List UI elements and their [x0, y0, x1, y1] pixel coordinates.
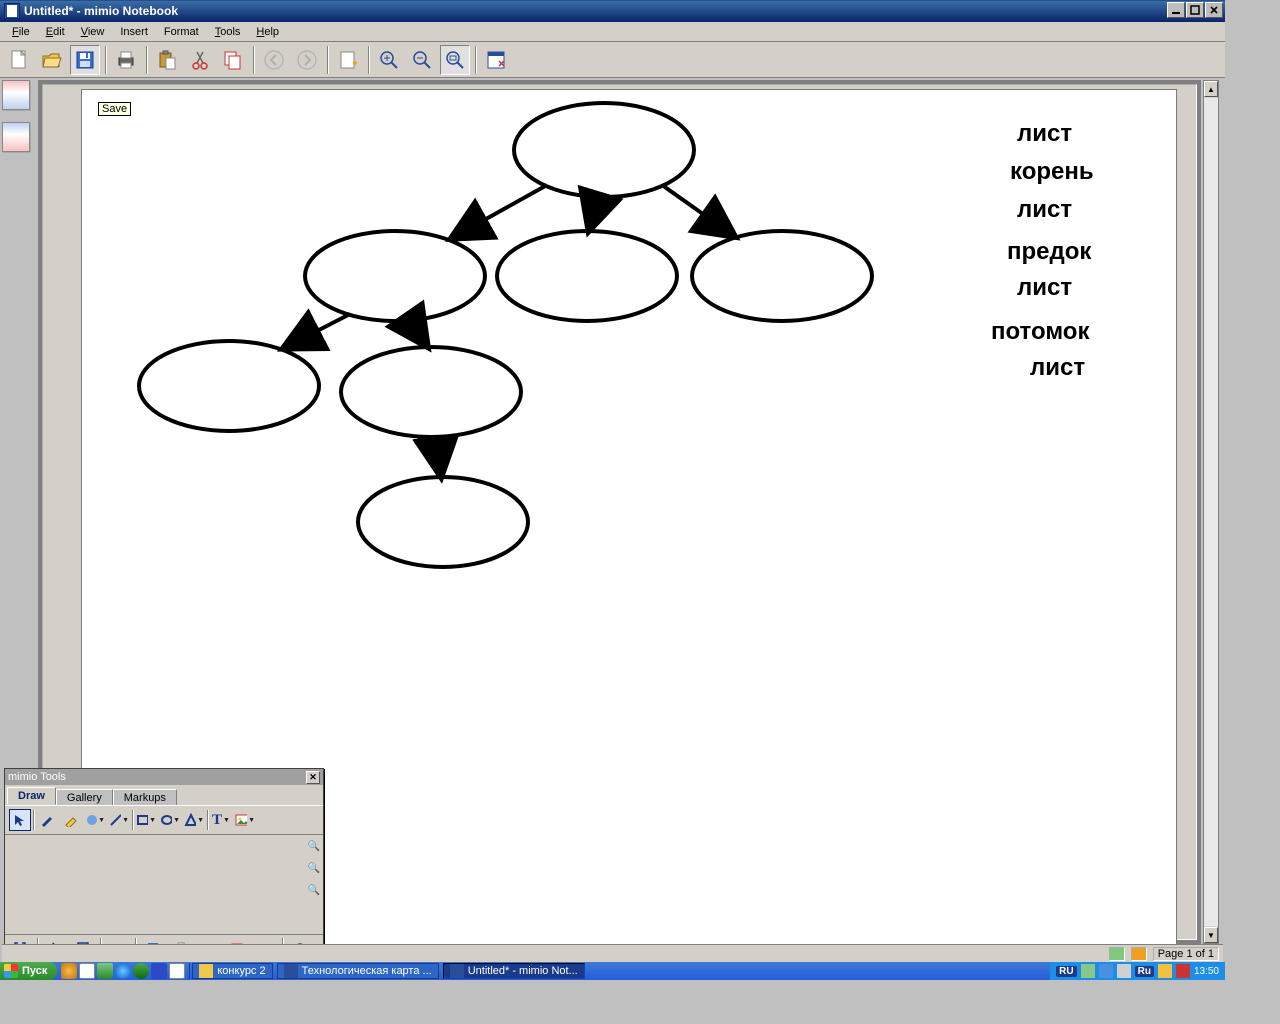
tray-volume-icon[interactable] [1158, 964, 1172, 978]
scroll-up-icon[interactable]: ▲ [1204, 81, 1218, 97]
menu-help[interactable]: Help [248, 24, 287, 40]
tools-panel[interactable]: mimio Tools ✕ Draw Gallery Markups ▼ ▼ ▼… [4, 768, 324, 962]
back-button[interactable] [259, 45, 289, 75]
close-button[interactable] [1205, 2, 1223, 18]
tools-close-button[interactable]: ✕ [306, 771, 320, 784]
tray-icon-1[interactable] [1081, 964, 1095, 978]
label-leaf-3[interactable]: лист [1017, 274, 1072, 302]
fullscreen-button[interactable] [481, 45, 511, 75]
lang-indicator-1[interactable]: RU [1056, 966, 1076, 977]
pen-tool[interactable] [36, 809, 58, 831]
save-button[interactable] [70, 45, 100, 75]
label-leaf-4[interactable]: лист [1030, 354, 1085, 382]
status-warning-icon [1131, 947, 1147, 961]
label-leaf-1[interactable]: лист [1017, 120, 1072, 148]
new-page-button[interactable] [333, 45, 363, 75]
tools-draw-toolbar: ▼ ▼ ▼ ▼ ▼ T▼ ▼ [5, 805, 323, 834]
label-root[interactable]: корень [1010, 158, 1094, 186]
tray-icon-2[interactable] [1099, 964, 1113, 978]
paste-button[interactable] [152, 45, 182, 75]
line-tool[interactable]: ▼ [108, 809, 130, 831]
lang-indicator-2[interactable]: Ru [1135, 966, 1154, 977]
zoom-in-icon[interactable]: 🔍 [307, 839, 321, 853]
zoom-out-icon[interactable]: 🔍 [307, 861, 321, 875]
ql-icon-2[interactable] [79, 963, 95, 979]
tab-draw[interactable]: Draw [7, 787, 56, 805]
ql-icon-7[interactable] [169, 963, 185, 979]
menu-insert[interactable]: Insert [112, 24, 156, 40]
zoom-reset-icon[interactable]: 🔍 [307, 883, 321, 897]
print-button[interactable] [111, 45, 141, 75]
tools-titlebar[interactable]: mimio Tools ✕ [5, 769, 323, 785]
select-tool[interactable] [9, 809, 31, 831]
ql-icon-3[interactable] [97, 963, 113, 979]
menu-file[interactable]: File [4, 24, 38, 40]
zoom-fit-button[interactable] [440, 45, 470, 75]
taskbar-item-3[interactable]: Untitled* - mimio Not... [443, 963, 585, 979]
title-bar: Untitled* - mimio Notebook [0, 0, 1225, 22]
windows-flag-icon [4, 964, 18, 978]
status-bar: Page 1 of 1 [2, 944, 1223, 962]
status-connection-icon [1109, 947, 1125, 961]
tray-antivirus-icon[interactable] [1176, 964, 1190, 978]
side-thumb-1[interactable] [2, 80, 30, 110]
tools-tabs: Draw Gallery Markups [5, 785, 323, 805]
taskbar-item-2[interactable]: Технологическая карта ... [277, 963, 439, 979]
side-panel [2, 80, 34, 152]
zoom-out-button[interactable] [407, 45, 437, 75]
taskbar: Пуск конкурс 2 Технологическая карта ...… [0, 962, 1225, 980]
zoom-in-button[interactable] [374, 45, 404, 75]
triangle-tool[interactable]: ▼ [183, 809, 205, 831]
taskbar-item-1[interactable]: конкурс 2 [192, 963, 272, 979]
start-label: Пуск [22, 965, 47, 977]
minimize-button[interactable] [1167, 2, 1185, 18]
quick-launch [57, 963, 190, 979]
clock[interactable]: 13:50 [1194, 966, 1219, 977]
tray-icon-3[interactable] [1117, 964, 1131, 978]
main-toolbar [0, 42, 1225, 78]
text-tool[interactable]: T▼ [210, 809, 232, 831]
rect-tool[interactable]: ▼ [135, 809, 157, 831]
menu-edit[interactable]: Edit [38, 24, 73, 40]
scroll-down-icon[interactable]: ▼ [1204, 927, 1218, 943]
menu-bar: File Edit View Insert Format Tools Help [0, 22, 1225, 42]
eraser-tool[interactable]: ▼ [84, 809, 106, 831]
tab-markups[interactable]: Markups [113, 789, 177, 805]
system-tray: RU Ru 13:50 [1050, 962, 1225, 980]
new-button[interactable] [4, 45, 34, 75]
ql-icon-5[interactable] [133, 963, 149, 979]
forward-button[interactable] [292, 45, 322, 75]
label-ancestor[interactable]: предок [1007, 238, 1091, 266]
menu-view[interactable]: View [73, 24, 113, 40]
label-leaf-2[interactable]: лист [1017, 196, 1072, 224]
menu-format[interactable]: Format [156, 24, 207, 40]
word-doc-icon [284, 964, 298, 978]
tab-gallery[interactable]: Gallery [56, 789, 113, 805]
copy-button[interactable] [218, 45, 248, 75]
side-thumb-2[interactable] [2, 122, 30, 152]
folder-icon [199, 964, 213, 978]
app-icon [4, 3, 20, 19]
label-descendant[interactable]: потомок [991, 318, 1089, 346]
page-indicator: Page 1 of 1 [1153, 947, 1219, 961]
insert-image-tool[interactable]: ▼ [234, 809, 256, 831]
maximize-button[interactable] [1186, 2, 1204, 18]
vertical-scrollbar[interactable]: ▲ ▼ [1203, 80, 1219, 944]
mimio-doc-icon [450, 964, 464, 978]
highlighter-tool[interactable] [60, 809, 82, 831]
ellipse-tool[interactable]: ▼ [159, 809, 181, 831]
open-button[interactable] [37, 45, 67, 75]
tools-body: 🔍 🔍 🔍 [5, 834, 323, 934]
start-button[interactable]: Пуск [0, 962, 57, 980]
menu-tools[interactable]: Tools [207, 24, 249, 40]
ql-icon-4[interactable] [115, 963, 131, 979]
window-title: Untitled* - mimio Notebook [24, 4, 178, 18]
cut-button[interactable] [185, 45, 215, 75]
ql-icon-1[interactable] [61, 963, 77, 979]
tools-title-text: mimio Tools [8, 771, 66, 783]
ql-icon-6[interactable] [151, 963, 167, 979]
